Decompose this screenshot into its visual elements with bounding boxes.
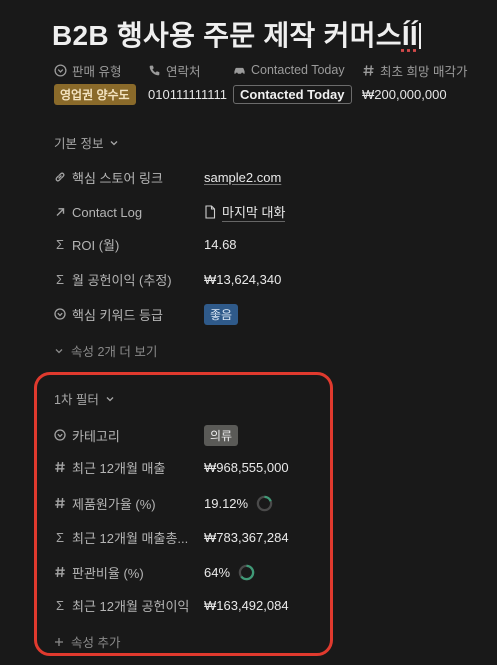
12m-gross-profit-value: ₩783,367,284 (204, 529, 289, 545)
filter-section-toggle[interactable]: 1차 필터 (54, 389, 115, 408)
header-prop-label: 판매 유형 (72, 64, 122, 79)
12m-contribution-value: ₩163,492,084 (204, 597, 289, 613)
chevron-circle-icon (54, 308, 66, 320)
hash-icon (55, 461, 65, 473)
contacted-today-value[interactable]: Contacted Today (233, 84, 352, 104)
header-prop-contacted-today: Contacted Today Contacted Today (233, 62, 352, 104)
chevron-down-icon (111, 140, 118, 145)
chevron-down-icon (55, 348, 63, 353)
prop-row-cost-ratio[interactable]: 제품원가율 (%) 19.12% (54, 491, 474, 515)
add-property-label: 속성 추가 (71, 636, 121, 650)
roi-value: 14.68 (204, 236, 237, 252)
page: B2B 행사용 주문 제작 커머스ÍÍ 판매 유형 영업권 양수도 연락처 01… (0, 0, 497, 665)
store-link-value[interactable]: sample2.com (204, 170, 281, 185)
sigma-icon: Σ (55, 529, 65, 545)
asking-price-value[interactable]: ₩200,000,000 (362, 87, 447, 102)
header-prop-asking-price: 최초 희망 매각가 ₩200,000,000 (362, 62, 467, 104)
phone-icon (149, 65, 160, 75)
hash-icon (363, 64, 374, 76)
show-more-label: 속성 2개 더 보기 (71, 345, 158, 359)
prop-label-text: 최근 12개월 매출총... (72, 530, 189, 546)
prop-row-category[interactable]: 카테고리 의류 (54, 423, 474, 447)
chevron-circle-icon (54, 429, 66, 441)
prop-label-text: 월 공헌이익 (추정) (72, 272, 172, 288)
phone-value[interactable]: 010111111111 (148, 87, 227, 102)
prop-row-contact-log[interactable]: Contact Log 마지막 대화 (54, 200, 474, 224)
sale-type-tag[interactable]: 영업권 양수도 (54, 83, 136, 105)
header-prop-label: 연락처 (166, 64, 201, 79)
prop-label-text: 핵심 스토어 링크 (72, 170, 163, 186)
basic-info-toggle[interactable]: 기본 정보 (54, 133, 119, 152)
12m-sales-value: ₩968,555,000 (204, 459, 289, 475)
header-prop-label: Contacted Today (251, 63, 345, 77)
progress-ring (238, 564, 255, 580)
hash-icon (55, 497, 65, 509)
text-caret (419, 23, 422, 49)
prop-label-text: 제품원가율 (%) (72, 496, 156, 512)
document-icon (205, 205, 216, 219)
plus-icon (55, 637, 63, 646)
link-icon (55, 172, 65, 182)
keyword-grade-tag[interactable]: 좋음 (204, 303, 239, 325)
prop-label-text: 최근 12개월 매출 (72, 460, 166, 476)
progress-ring (256, 495, 273, 511)
section-toggle-label: 기본 정보 (54, 137, 104, 151)
section-toggle-label: 1차 필터 (54, 393, 99, 407)
sga-ratio-value: 64% (204, 564, 231, 580)
prop-label-text: 최근 12개월 공헌이익 (72, 598, 190, 614)
chevron-down-icon (106, 396, 114, 401)
sigma-icon: Σ (55, 597, 65, 613)
show-more-properties[interactable]: 속성 2개 더 보기 (54, 341, 157, 360)
prop-label-text: 핵심 키워드 등급 (72, 307, 163, 323)
prop-row-monthly-profit[interactable]: Σ 월 공헌이익 (추정) ₩13,624,340 (54, 267, 474, 291)
prop-row-12m-gross-profit[interactable]: Σ 최근 12개월 매출총... ₩783,367,284 (54, 525, 474, 549)
page-title[interactable]: B2B 행사용 주문 제작 커머스ÍÍ (52, 14, 422, 54)
prop-row-roi[interactable]: Σ ROI (월) 14.68 (54, 232, 474, 256)
prop-row-12m-contribution[interactable]: Σ 최근 12개월 공헌이익 ₩163,492,084 (54, 593, 474, 617)
hash-icon (55, 566, 65, 578)
cost-ratio-value: 19.12% (204, 495, 249, 511)
category-tag[interactable]: 의류 (204, 424, 239, 446)
title-ime-composition: ÍÍ (401, 20, 419, 51)
add-property-button[interactable]: 속성 추가 (54, 632, 120, 651)
sigma-icon: Σ (55, 271, 65, 287)
prop-row-12m-sales[interactable]: 최근 12개월 매출 ₩968,555,000 (54, 455, 474, 479)
header-prop-label: 최초 희망 매각가 (380, 64, 468, 79)
prop-row-keyword-grade[interactable]: 핵심 키워드 등급 좋음 (54, 302, 474, 326)
chevron-circle-icon (54, 63, 67, 77)
car-icon (234, 67, 245, 75)
header-prop-sale-type: 판매 유형 영업권 양수도 (54, 62, 136, 105)
prop-row-store-link[interactable]: 핵심 스토어 링크 sample2.com (54, 165, 474, 189)
prop-row-sga-ratio[interactable]: 판관비율 (%) 64% (54, 560, 474, 584)
arrow-up-right-icon (56, 208, 65, 216)
prop-label-text: 판관비율 (%) (72, 565, 144, 581)
contact-log-link[interactable]: 마지막 대화 (222, 202, 286, 222)
header-prop-phone: 연락처 010111111111 (148, 62, 227, 104)
prop-label-text: Contact Log (72, 204, 143, 220)
monthly-profit-value: ₩13,624,340 (204, 271, 282, 287)
sigma-icon: Σ (55, 236, 65, 252)
prop-label-text: 카테고리 (72, 428, 120, 444)
prop-label-text: ROI (월) (72, 237, 120, 253)
